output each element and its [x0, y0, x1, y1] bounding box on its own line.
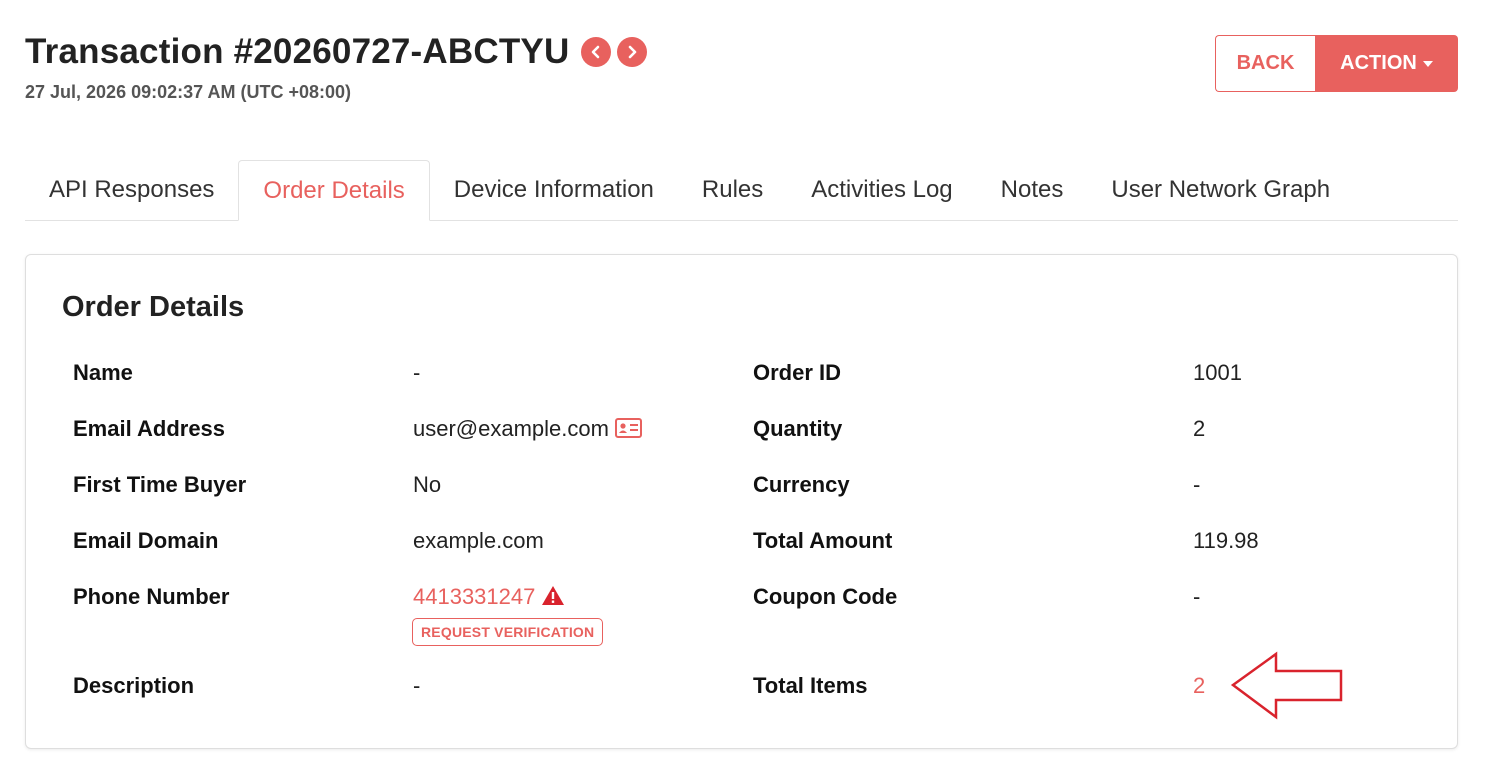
- tab-rules[interactable]: Rules: [678, 160, 787, 220]
- coupon-code-value: -: [1193, 584, 1201, 609]
- email-address-label: Email Address: [73, 416, 226, 441]
- phone-number-label: Phone Number: [73, 584, 230, 609]
- email-address-value-row: user@example.com: [413, 416, 642, 444]
- phone-number-value-row: 4413331247: [413, 584, 565, 612]
- caret-down-icon: [1422, 60, 1433, 67]
- tab-bar: API Responses Order Details Device Infor…: [25, 160, 1458, 221]
- total-amount-value: 119.98: [1193, 528, 1259, 553]
- request-verification-button[interactable]: REQUEST VERIFICATION: [412, 618, 604, 646]
- id-card-icon[interactable]: [614, 418, 642, 444]
- name-value: -: [413, 360, 421, 385]
- order-id-value: 1001: [1193, 360, 1242, 385]
- card-title: Order Details: [62, 291, 245, 323]
- tab-device-information[interactable]: Device Information: [430, 160, 678, 220]
- total-items-label: Total Items: [753, 673, 868, 698]
- description-label: Description: [73, 673, 195, 698]
- tab-user-network-graph[interactable]: User Network Graph: [1087, 160, 1354, 220]
- name-label: Name: [73, 360, 133, 385]
- total-items-value[interactable]: 2: [1193, 673, 1205, 699]
- total-amount-label: Total Amount: [753, 528, 893, 553]
- action-dropdown-button[interactable]: ACTION: [1315, 35, 1458, 92]
- title-row: Transaction #20260727-ABCTYU: [25, 32, 648, 72]
- next-transaction-button[interactable]: [617, 37, 648, 67]
- quantity-value: 2: [1193, 416, 1206, 441]
- first-time-buyer-value: No: [413, 472, 442, 497]
- transaction-nav: [581, 37, 648, 67]
- arrow-left-icon: [1230, 651, 1343, 720]
- currency-value: -: [1193, 472, 1201, 497]
- email-domain-value: example.com: [413, 528, 544, 553]
- tab-activities-log[interactable]: Activities Log: [787, 160, 976, 220]
- currency-label: Currency: [753, 472, 850, 497]
- back-button[interactable]: BACK: [1215, 35, 1315, 92]
- first-time-buyer-label: First Time Buyer: [73, 472, 247, 497]
- transaction-page: Transaction #20260727-ABCTYU 27 Jul, 202…: [0, 0, 1486, 768]
- email-address-value: user@example.com: [413, 416, 609, 441]
- tab-api-responses[interactable]: API Responses: [25, 160, 238, 220]
- page-title: Transaction #20260727-ABCTYU: [25, 32, 570, 71]
- page-header: Transaction #20260727-ABCTYU 27 Jul, 202…: [25, 32, 648, 103]
- phone-number-value: 4413331247: [413, 584, 536, 609]
- email-domain-label: Email Domain: [73, 528, 219, 553]
- tab-notes[interactable]: Notes: [977, 160, 1088, 220]
- quantity-label: Quantity: [753, 416, 843, 441]
- chevron-right-icon: [629, 45, 637, 59]
- description-value: -: [413, 673, 421, 698]
- header-button-group: BACK ACTION: [1215, 35, 1458, 92]
- transaction-timestamp: 27 Jul, 2026 09:02:37 AM (UTC +08:00): [25, 82, 351, 102]
- action-button-label: ACTION: [1340, 52, 1417, 74]
- prev-transaction-button[interactable]: [581, 37, 612, 67]
- order-id-label: Order ID: [753, 360, 842, 385]
- warning-triangle-icon: [541, 585, 565, 612]
- tab-order-details[interactable]: Order Details: [238, 160, 430, 221]
- chevron-left-icon: [592, 45, 600, 59]
- coupon-code-label: Coupon Code: [753, 584, 898, 609]
